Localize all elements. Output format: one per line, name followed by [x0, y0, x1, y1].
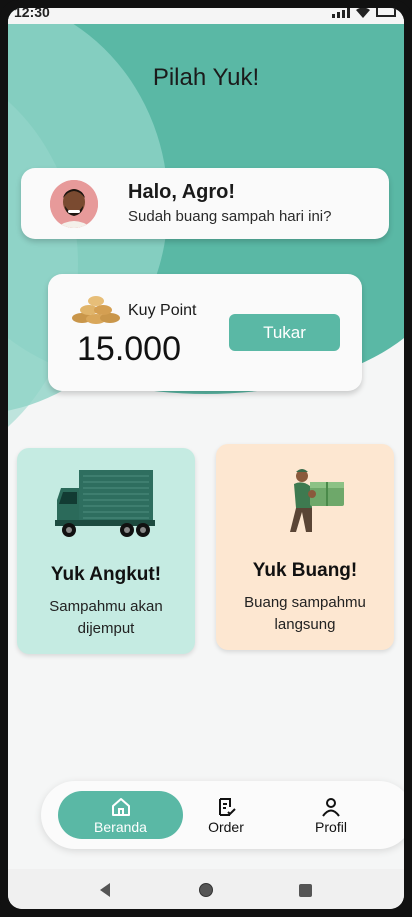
greeting-card: Halo, Agro! Sudah buang sampah hari ini?: [21, 168, 389, 239]
man-carrying-box-illustration: [290, 469, 344, 532]
nav-label: Beranda: [94, 818, 147, 835]
greeting-name: Halo, Agro!: [128, 181, 236, 203]
nav-label: Order: [208, 818, 244, 835]
feature-description: Sampahmu akan dijemput: [49, 598, 163, 637]
page-title: Pilah Yuk!: [152, 64, 260, 91]
points-card: Kuy Point 15.000 Tukar: [48, 274, 362, 391]
wifi-icon: [356, 8, 370, 18]
greeting-subtitle: Sudah buang sampah hari ini?: [128, 208, 332, 225]
points-label: Kuy Point: [128, 302, 197, 319]
nav-label: Profil: [315, 818, 347, 835]
redeem-button[interactable]: Tukar: [229, 314, 340, 351]
avatar[interactable]: [50, 180, 98, 228]
system-navigation-bar: [8, 869, 404, 909]
feature-title: Yuk Angkut!: [50, 564, 162, 585]
nav-item-order[interactable]: Order: [201, 791, 251, 839]
bottom-navigation: Beranda Order Profil: [41, 781, 404, 849]
feature-description: Buang sampahmu langsung: [244, 594, 366, 633]
profile-icon: [322, 797, 340, 817]
truck-illustration: [55, 470, 155, 537]
app-screen: 12:30 Pilah Yuk! Halo, Agro! Sudah buang…: [8, 8, 404, 909]
user-photo: [50, 180, 98, 228]
home-icon: [111, 797, 130, 816]
home-button-icon[interactable]: [198, 882, 214, 898]
back-icon[interactable]: [98, 882, 112, 898]
nav-item-beranda[interactable]: Beranda: [58, 791, 183, 839]
signal-icon: [332, 8, 350, 18]
recent-apps-icon[interactable]: [299, 884, 312, 897]
phone-frame: 12:30 Pilah Yuk! Halo, Agro! Sudah buang…: [0, 0, 412, 917]
feature-card-angkut[interactable]: Yuk Angkut! Sampahmu akan dijemput: [17, 448, 195, 654]
nav-item-profil[interactable]: Profil: [306, 791, 356, 839]
order-icon: [219, 797, 236, 816]
battery-icon: [376, 8, 396, 17]
status-bar: 12:30: [8, 8, 404, 24]
points-value: 15.000: [77, 330, 181, 368]
status-time: 12:30: [14, 8, 50, 20]
feature-title: Yuk Buang!: [252, 560, 358, 581]
feature-card-buang[interactable]: Yuk Buang! Buang sampahmu langsung: [216, 444, 394, 650]
coins-icon: [72, 296, 120, 324]
